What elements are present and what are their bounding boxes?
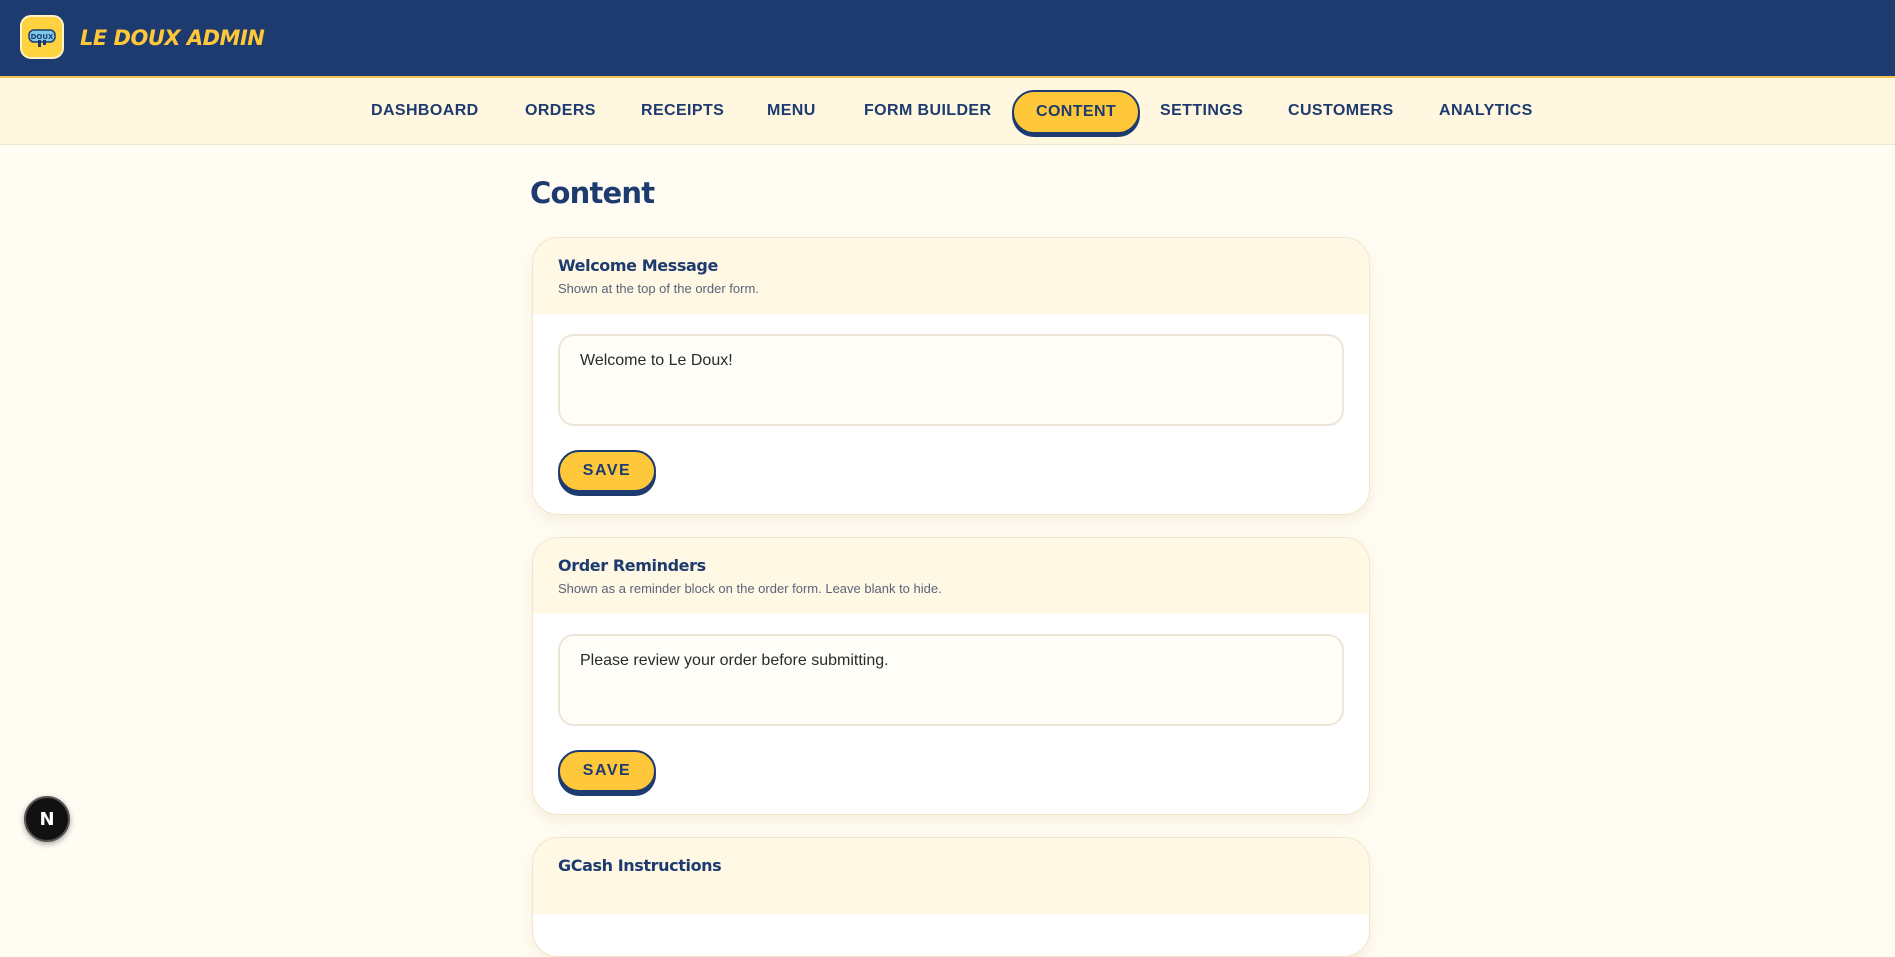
nav-analytics[interactable]: ANALYTICS — [1439, 91, 1533, 131]
gcash-instructions-card: GCash Instructions — [532, 837, 1370, 957]
nav-settings[interactable]: SETTINGS — [1160, 91, 1243, 131]
card-title: Order Reminders — [558, 556, 706, 575]
welcome-message-card: Welcome Message Shown at the top of the … — [532, 237, 1370, 515]
nav-menu[interactable]: MENU — [767, 91, 816, 131]
welcome-message-textarea[interactable]: Welcome to Le Doux! — [558, 334, 1344, 426]
nav-content[interactable]: CONTENT — [1012, 90, 1141, 134]
nav-customers[interactable]: CUSTOMERS — [1288, 91, 1394, 131]
nav-receipts[interactable]: RECEIPTS — [641, 91, 724, 131]
n-logo-icon: N — [39, 809, 54, 830]
card-header: Order Reminders Shown as a reminder bloc… — [533, 538, 1369, 614]
svg-text:N: N — [39, 809, 54, 830]
svg-text:DOUX: DOUX — [31, 33, 54, 41]
nav-form-builder[interactable]: FORM BUILDER — [864, 91, 991, 131]
card-header: Welcome Message Shown at the top of the … — [533, 238, 1369, 314]
ledoux-logo-icon[interactable]: DOUX — [20, 15, 64, 59]
nextjs-devtools-icon[interactable]: N — [24, 796, 70, 842]
page-title: Content — [530, 176, 655, 210]
save-reminders-button[interactable]: SAVE — [558, 750, 656, 792]
card-header: GCash Instructions — [533, 838, 1369, 914]
card-title: Welcome Message — [558, 256, 718, 275]
card-subtitle: Shown as a reminder block on the order f… — [558, 581, 942, 596]
nav-orders[interactable]: ORDERS — [525, 91, 596, 131]
order-reminders-card: Order Reminders Shown as a reminder bloc… — [532, 537, 1370, 815]
nav-dashboard[interactable]: DASHBOARD — [371, 91, 479, 131]
card-title: GCash Instructions — [558, 856, 722, 875]
top-header: DOUX LE DOUX ADMIN — [0, 0, 1895, 78]
brand-title[interactable]: LE DOUX ADMIN — [80, 26, 265, 50]
save-welcome-button[interactable]: SAVE — [558, 450, 656, 492]
card-subtitle: Shown at the top of the order form. — [558, 281, 759, 296]
main-nav: DASHBOARD ORDERS RECEIPTS MENU FORM BUIL… — [0, 78, 1895, 145]
order-reminders-textarea[interactable]: Please review your order before submitti… — [558, 634, 1344, 726]
